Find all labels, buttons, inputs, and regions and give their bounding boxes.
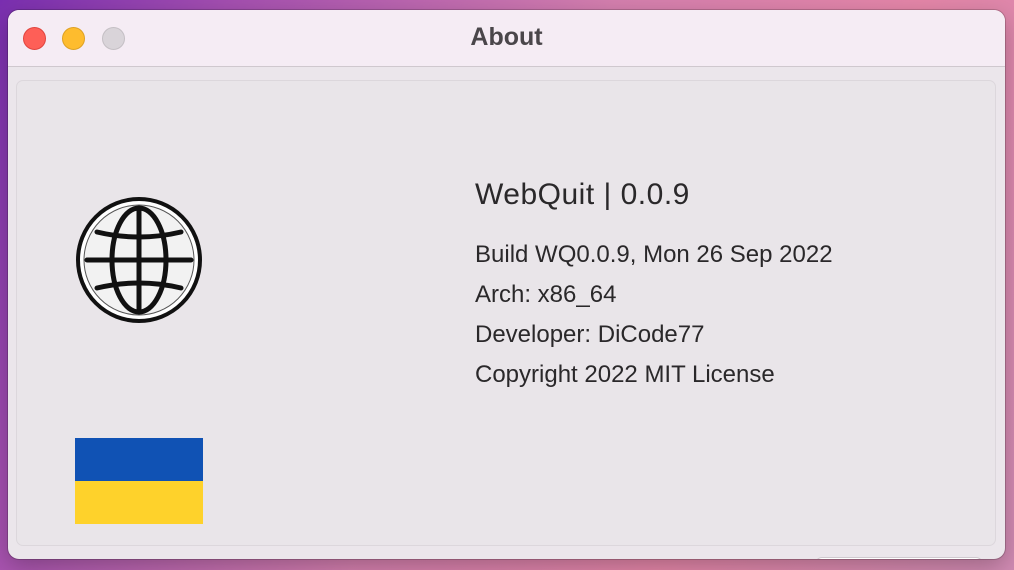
window-title: About [470,23,543,51]
build-info: Build WQ0.0.9, Mon 26 Sep 2022 [475,241,833,268]
app-name-version: WebQuit | 0.0.9 [475,178,690,211]
title-bar[interactable]: About [8,10,1005,67]
arch-info: Arch: x86_64 [475,281,617,308]
ukraine-flag [75,438,203,524]
copyright-info: Copyright 2022 MIT License [475,361,775,388]
about-window: About WebQuit | 0.0.9 Build WQ0.0.9, Mon… [8,10,1005,559]
flag-yellow-stripe [75,481,203,524]
ok-button[interactable]: Ok [815,557,983,559]
flag-blue-stripe [75,438,203,481]
globe-icon [76,197,202,323]
developer-info: Developer: DiCode77 [475,321,705,348]
about-panel: WebQuit | 0.0.9 Build WQ0.0.9, Mon 26 Se… [16,80,996,559]
